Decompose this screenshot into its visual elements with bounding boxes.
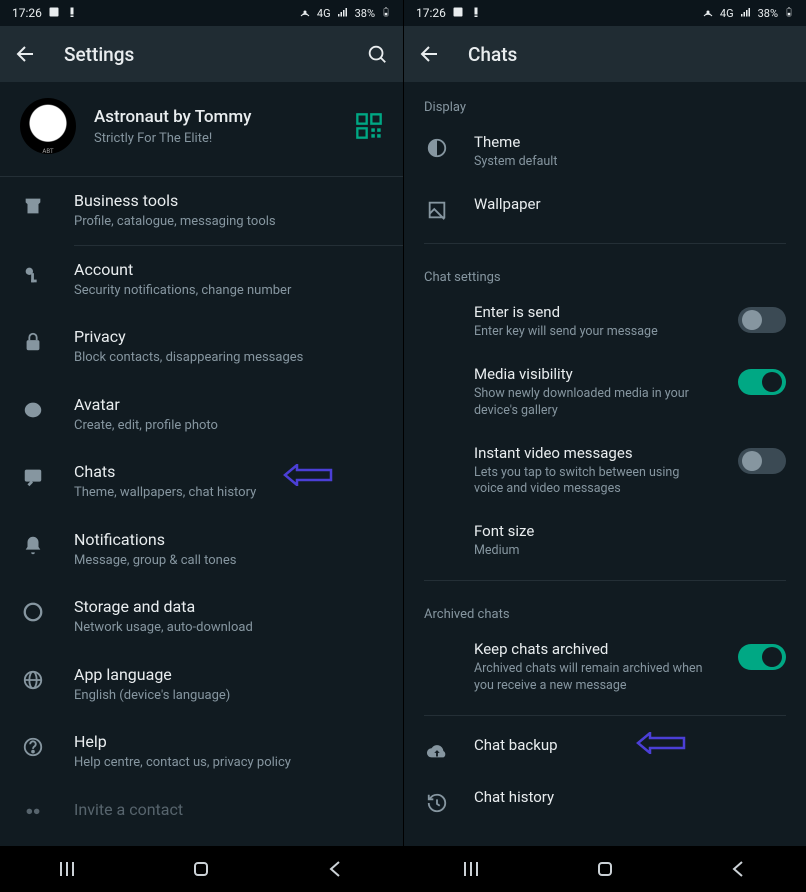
avatar xyxy=(20,98,76,154)
page-title: Settings xyxy=(64,43,134,66)
annotation-arrow xyxy=(283,464,333,486)
profile-name: Astronaut by Tommy xyxy=(94,107,355,127)
battery-label: 38% xyxy=(758,7,778,20)
phone-left: 17:26 4G 38% Settings xyxy=(0,0,403,892)
section-archived: Archived chats xyxy=(404,589,806,628)
recents-button[interactable] xyxy=(459,857,483,881)
chat-icon xyxy=(20,464,46,490)
hotspot-icon xyxy=(299,6,311,21)
lock-icon xyxy=(20,329,46,355)
chats-item-media-visibility[interactable]: Media visibility Show newly downloaded m… xyxy=(404,353,806,432)
history-icon xyxy=(424,790,450,816)
settings-item-business-tools[interactable]: Business tools Profile, catalogue, messa… xyxy=(0,177,403,245)
search-button[interactable] xyxy=(363,40,391,68)
divider xyxy=(424,715,786,716)
settings-item-notifications[interactable]: Notifications Message, group & call tone… xyxy=(0,516,403,584)
app-bar: Chats xyxy=(404,26,806,82)
status-bar: 17:26 4G 38% xyxy=(404,0,806,26)
data-usage-icon xyxy=(20,599,46,625)
section-chat-settings: Chat settings xyxy=(404,252,806,291)
settings-item-account[interactable]: Account Security notifications, change n… xyxy=(0,246,403,314)
settings-item-privacy[interactable]: Privacy Block contacts, disappearing mes… xyxy=(0,313,403,381)
people-icon xyxy=(20,802,46,828)
status-image-icon xyxy=(452,6,464,21)
settings-item-chats[interactable]: Chats Theme, wallpapers, chat history xyxy=(0,448,403,516)
face-icon xyxy=(20,397,46,423)
settings-item-help[interactable]: Help Help centre, contact us, privacy po… xyxy=(0,718,403,786)
system-nav-bar xyxy=(0,846,403,892)
bell-icon xyxy=(20,532,46,558)
divider xyxy=(424,580,786,581)
annotation-arrow xyxy=(636,732,686,754)
status-time: 17:26 xyxy=(12,6,42,20)
back-button[interactable] xyxy=(416,40,444,68)
status-priority-icon xyxy=(66,6,78,21)
divider xyxy=(424,243,786,244)
settings-item-language[interactable]: App language English (device's language) xyxy=(0,651,403,719)
wallpaper-icon xyxy=(424,197,450,223)
help-icon xyxy=(20,734,46,760)
theme-icon xyxy=(424,135,450,161)
profile-status: Strictly For The Elite! xyxy=(94,131,355,146)
qr-code-button[interactable] xyxy=(355,112,383,140)
settings-item-storage[interactable]: Storage and data Network usage, auto-dow… xyxy=(0,583,403,651)
chats-item-wallpaper[interactable]: Wallpaper xyxy=(404,183,806,235)
page-title: Chats xyxy=(468,43,517,66)
network-label: 4G xyxy=(317,7,331,20)
back-button[interactable] xyxy=(12,40,40,68)
status-image-icon xyxy=(48,6,60,21)
status-bar: 17:26 4G 38% xyxy=(0,0,403,26)
battery-icon xyxy=(784,5,794,22)
section-display: Display xyxy=(404,82,806,121)
home-button[interactable] xyxy=(593,857,617,881)
storefront-icon xyxy=(20,193,46,219)
status-priority-icon xyxy=(470,6,482,21)
settings-item-invite[interactable]: Invite a contact xyxy=(0,786,403,842)
chats-item-enter-is-send[interactable]: Enter is send Enter key will send your m… xyxy=(404,291,806,353)
signal-icon xyxy=(740,6,752,21)
battery-label: 38% xyxy=(355,7,375,20)
settings-item-avatar[interactable]: Avatar Create, edit, profile photo xyxy=(0,381,403,449)
signal-icon xyxy=(337,6,349,21)
chats-item-instant-video[interactable]: Instant video messages Lets you tap to s… xyxy=(404,432,806,511)
key-icon xyxy=(20,262,46,288)
phone-right: 17:26 4G 38% Chats xyxy=(403,0,806,892)
back-nav-button[interactable] xyxy=(727,857,751,881)
switch-enter-is-send[interactable] xyxy=(738,307,786,333)
home-button[interactable] xyxy=(189,857,213,881)
globe-icon xyxy=(20,667,46,693)
system-nav-bar xyxy=(404,846,806,892)
switch-instant-video[interactable] xyxy=(738,448,786,474)
recents-button[interactable] xyxy=(55,857,79,881)
cloud-upload-icon xyxy=(424,738,450,764)
switch-media-visibility[interactable] xyxy=(738,369,786,395)
chats-item-keep-archived[interactable]: Keep chats archived Archived chats will … xyxy=(404,628,806,707)
chats-item-chat-history[interactable]: Chat history xyxy=(404,776,806,828)
chats-item-chat-backup[interactable]: Chat backup xyxy=(404,724,806,776)
back-nav-button[interactable] xyxy=(324,857,348,881)
profile-row[interactable]: Astronaut by Tommy Strictly For The Elit… xyxy=(0,82,403,176)
status-time: 17:26 xyxy=(416,6,446,20)
network-label: 4G xyxy=(720,7,734,20)
hotspot-icon xyxy=(702,6,714,21)
app-bar: Settings xyxy=(0,26,403,82)
battery-icon xyxy=(381,5,391,22)
chats-item-theme[interactable]: Theme System default xyxy=(404,121,806,183)
chats-item-font-size[interactable]: Font size Medium xyxy=(404,510,806,572)
switch-keep-archived[interactable] xyxy=(738,644,786,670)
